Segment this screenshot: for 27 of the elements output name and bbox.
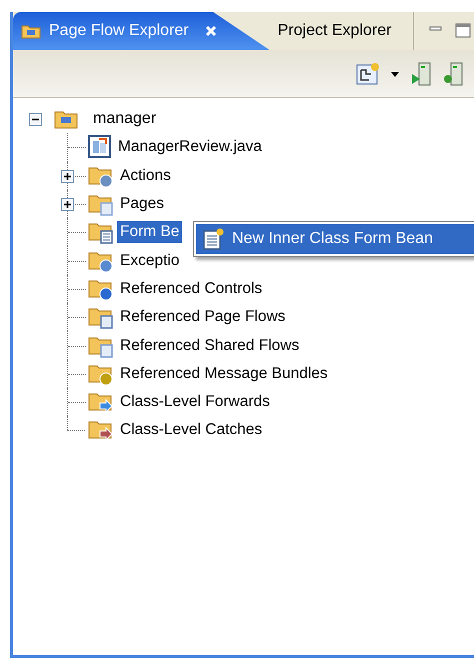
tree-item[interactable]: Form Be bbox=[117, 221, 182, 244]
maximize-icon[interactable] bbox=[454, 23, 472, 39]
folder-icon bbox=[54, 109, 78, 130]
menu-item[interactable]: New Inner Class Form Bean bbox=[196, 224, 474, 254]
tree-item[interactable]: manager bbox=[90, 108, 160, 130]
close-icon[interactable] bbox=[204, 25, 217, 37]
tree-item[interactable]: Referenced Shared Flows bbox=[117, 334, 302, 357]
tree-item[interactable]: Actions bbox=[117, 164, 174, 187]
tree-item[interactable]: Class-Level Forwards bbox=[117, 391, 273, 414]
collapse-toggle-icon[interactable] bbox=[29, 112, 42, 126]
tree-item[interactable]: Referenced Message Bundles bbox=[117, 362, 331, 385]
tree-item[interactable]: ManagerReview.java bbox=[115, 136, 265, 158]
dropdown-icon[interactable] bbox=[390, 70, 400, 78]
expand-toggle-icon[interactable] bbox=[61, 198, 74, 211]
diagram-icon[interactable] bbox=[356, 62, 380, 86]
new-class-icon bbox=[202, 228, 224, 250]
tree-item[interactable]: Referenced Page Flows bbox=[117, 306, 288, 328]
tree-item[interactable]: Exceptio bbox=[117, 250, 182, 272]
tree-item[interactable]: Class-Level Catches bbox=[117, 419, 266, 442]
folder-icon bbox=[21, 23, 41, 39]
java-file-icon bbox=[88, 135, 112, 160]
run-server-icon[interactable] bbox=[410, 62, 432, 86]
tree-item[interactable]: Referenced Controls bbox=[117, 278, 266, 300]
debug-server-icon[interactable] bbox=[442, 62, 464, 86]
expand-toggle-icon[interactable] bbox=[61, 170, 74, 183]
tree-item[interactable]: Pages bbox=[117, 193, 167, 216]
view-tab[interactable]: Page Flow Explorer bbox=[13, 12, 270, 50]
